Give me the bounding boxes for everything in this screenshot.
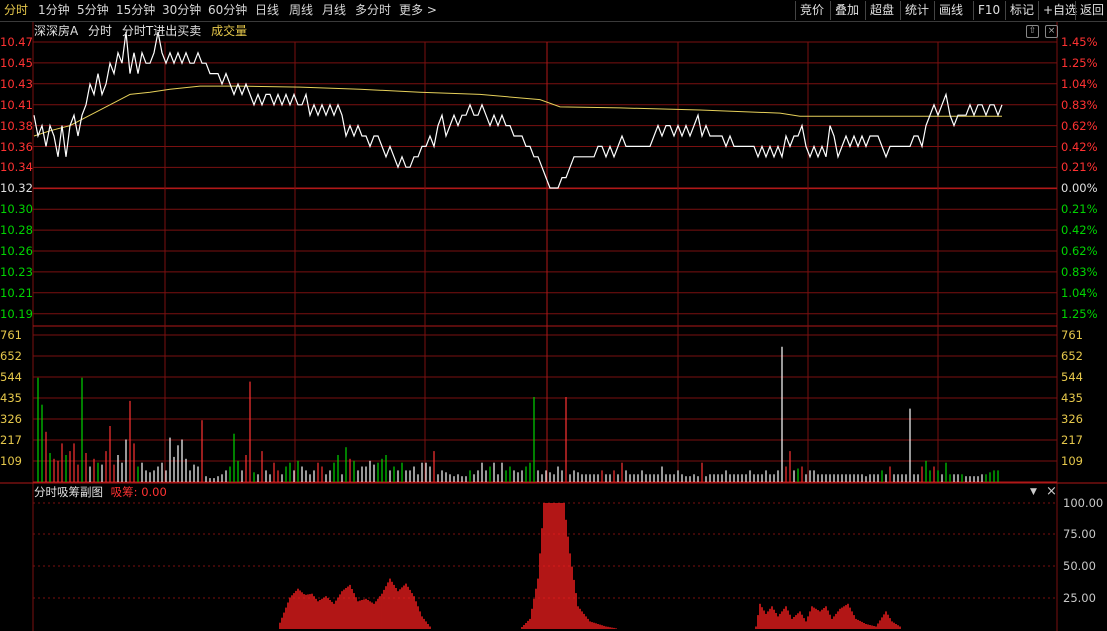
indicator-label: 吸筹: [110, 485, 138, 499]
volume-tick-label-right: 761 [1061, 328, 1083, 342]
price-tick-label: 10.30 [0, 202, 33, 217]
chart-header: 深深房A 分时 分时T进出买卖 成交量 [34, 22, 253, 40]
toolbar-button-8[interactable]: 返回 [1075, 1, 1107, 20]
percent-tick-label: 0.00% [1061, 181, 1098, 196]
price-tick-label: 10.23 [0, 264, 33, 279]
percent-tick-label: 0.42% [1061, 139, 1098, 154]
volume-tick-label-right: 326 [1061, 412, 1083, 426]
sub-chart-header: 分时吸筹副图 吸筹: 0.00 [34, 485, 167, 499]
toolbar-button-3[interactable]: 统计 [900, 1, 933, 20]
toolbar: 分时 1分钟 5分钟 15分钟 30分钟 60分钟 日线 周线 月线 多分时 更多 > 竞价 叠加 超盘统… [0, 0, 1107, 22]
percent-tick-label: 0.42% [1061, 223, 1098, 238]
volume-tick-label-right: 652 [1061, 349, 1083, 363]
price-line [33, 31, 1003, 189]
expand-icon[interactable]: ⇧ [1026, 25, 1039, 38]
subchart-tick-label: 50.00 [1063, 559, 1096, 573]
indicator-value: 0.00 [141, 485, 167, 499]
period-tab-8[interactable]: 月线 [322, 2, 346, 19]
tab-t-trade[interactable]: 分时T进出买卖 [122, 24, 201, 38]
percent-tick-label: 1.04% [1061, 76, 1098, 91]
close-icon[interactable]: × [1045, 25, 1058, 38]
percent-tick-label: 1.04% [1061, 285, 1098, 300]
period-tab-6[interactable]: 日线 [255, 2, 279, 19]
volume-tick-label: 109 [0, 454, 22, 468]
percent-tick-label: 0.83% [1061, 264, 1098, 279]
toolbar-button-5[interactable]: F10 [973, 1, 1004, 20]
price-tick-label: 10.47 [0, 35, 33, 49]
subchart-tick-label: 75.00 [1063, 527, 1096, 541]
volume-tick-label: 435 [0, 391, 22, 405]
volume-tick-label-right: 435 [1061, 391, 1083, 405]
toolbar-button-4[interactable]: 画线 [934, 1, 967, 20]
volume-tick-label: 761 [0, 328, 22, 342]
volume-tick-label-right: 217 [1061, 433, 1083, 447]
sub-chart-title: 分时吸筹副图 [34, 485, 103, 499]
period-tab-9[interactable]: 多分时 [355, 2, 391, 19]
percent-tick-label: 1.25% [1061, 55, 1098, 70]
period-tab-1[interactable]: 1分钟 [38, 2, 70, 19]
toolbar-button-6[interactable]: 标记 [1005, 1, 1038, 20]
price-tick-label: 10.19 [0, 306, 33, 321]
tab-volume[interactable]: 成交量 [211, 24, 247, 38]
price-tick-label: 10.21 [0, 285, 33, 300]
price-tick-label: 10.34 [0, 160, 33, 175]
subchart-tick-label: 25.00 [1063, 591, 1096, 605]
volume-tick-label-right: 544 [1061, 370, 1083, 384]
stock-name: 深深房A [34, 24, 79, 38]
period-tab-7[interactable]: 周线 [289, 2, 313, 19]
price-tick-label: 10.45 [0, 55, 33, 70]
tab-intraday[interactable]: 分时 [88, 24, 112, 38]
period-tab-2[interactable]: 5分钟 [77, 2, 109, 19]
price-tick-label: 10.43 [0, 76, 33, 91]
price-tick-label: 10.26 [0, 244, 33, 258]
percent-tick-label: 0.83% [1061, 97, 1098, 112]
chart-canvas[interactable] [0, 0, 1107, 631]
price-tick-label: 10.38 [0, 118, 33, 133]
price-tick-label: 10.36 [0, 139, 33, 154]
period-tab-10[interactable]: 更多 > [399, 2, 437, 19]
volume-tick-label: 326 [0, 412, 22, 426]
toolbar-button-1[interactable]: 叠加 [830, 1, 863, 20]
volume-tick-label: 544 [0, 370, 22, 384]
percent-tick-label: 0.21% [1061, 202, 1098, 217]
subchart-tick-label: 100.00 [1063, 496, 1104, 510]
price-tick-label: 10.41 [0, 97, 33, 112]
percent-tick-label: 1.45% [1061, 35, 1098, 49]
chevron-down-icon[interactable]: ▼ [1030, 487, 1037, 497]
period-tab-3[interactable]: 15分钟 [116, 2, 155, 19]
percent-tick-label: 0.62% [1061, 244, 1098, 258]
period-tab-0[interactable]: 分时 [4, 2, 28, 19]
volume-tick-label: 217 [0, 433, 22, 447]
percent-tick-label: 1.25% [1061, 306, 1098, 321]
volume-tick-label-right: 109 [1061, 454, 1083, 468]
average-price-line [33, 85, 1002, 137]
close-icon[interactable]: × [1046, 484, 1057, 499]
toolbar-button-2[interactable]: 超盘 [865, 1, 898, 20]
period-tab-5[interactable]: 60分钟 [208, 2, 247, 19]
toolbar-button-0[interactable]: 竞价 [795, 1, 828, 20]
percent-tick-label: 0.62% [1061, 118, 1098, 133]
percent-tick-label: 0.21% [1061, 160, 1098, 175]
volume-tick-label: 652 [0, 349, 22, 363]
price-tick-label: 10.28 [0, 223, 33, 238]
period-tab-4[interactable]: 30分钟 [162, 2, 201, 19]
price-tick-label: 10.32 [0, 181, 33, 196]
